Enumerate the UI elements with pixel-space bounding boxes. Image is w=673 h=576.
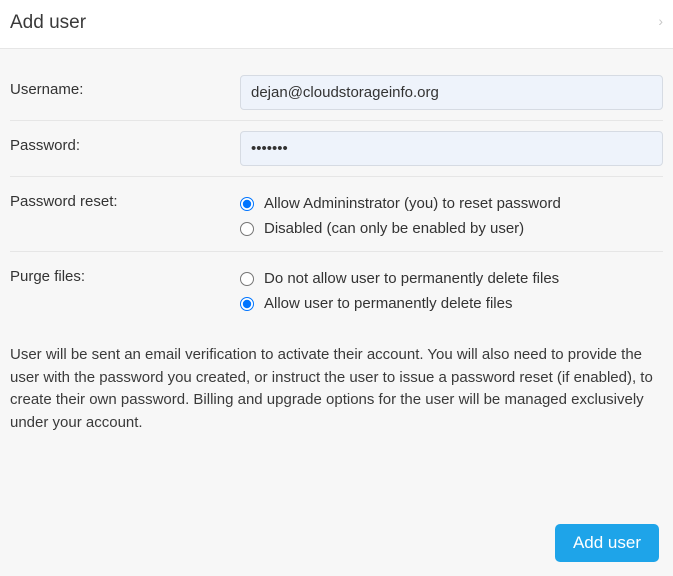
radio-input[interactable] (240, 272, 254, 286)
radio-label: Allow Admininstrator (you) to reset pass… (264, 195, 561, 212)
radio-label: Do not allow user to permanently delete … (264, 270, 559, 287)
dialog-title: Add user (10, 12, 86, 33)
username-input[interactable] (240, 75, 663, 110)
dialog-header: Add user › (0, 0, 673, 49)
add-user-dialog: Add user › Username: Password: Password … (0, 0, 673, 576)
dialog-body: Username: Password: Password reset: Allo… (0, 49, 673, 454)
password-label: Password: (10, 131, 240, 154)
password-input[interactable] (240, 131, 663, 166)
radio-label: Allow user to permanently delete files (264, 295, 512, 312)
username-row: Username: (10, 65, 663, 121)
password-row: Password: (10, 121, 663, 177)
chevron-right-icon[interactable]: › (658, 14, 663, 28)
info-text: User will be sent an email verification … (10, 326, 663, 444)
purge-files-label: Purge files: (10, 262, 240, 285)
password-reset-row: Password reset: Allow Admininstrator (yo… (10, 177, 663, 252)
radio-input[interactable] (240, 197, 254, 211)
password-reset-option-disabled[interactable]: Disabled (can only be enabled by user) (240, 216, 663, 241)
radio-input[interactable] (240, 297, 254, 311)
add-user-button[interactable]: Add user (555, 524, 659, 562)
password-reset-label: Password reset: (10, 187, 240, 210)
purge-files-row: Purge files: Do not allow user to perman… (10, 252, 663, 326)
username-label: Username: (10, 75, 240, 98)
purge-files-option-allow[interactable]: Allow user to permanently delete files (240, 291, 663, 316)
purge-files-option-disallow[interactable]: Do not allow user to permanently delete … (240, 266, 663, 291)
dialog-footer: Add user (555, 524, 659, 562)
radio-label: Disabled (can only be enabled by user) (264, 220, 524, 237)
radio-input[interactable] (240, 222, 254, 236)
password-reset-option-allow[interactable]: Allow Admininstrator (you) to reset pass… (240, 191, 663, 216)
